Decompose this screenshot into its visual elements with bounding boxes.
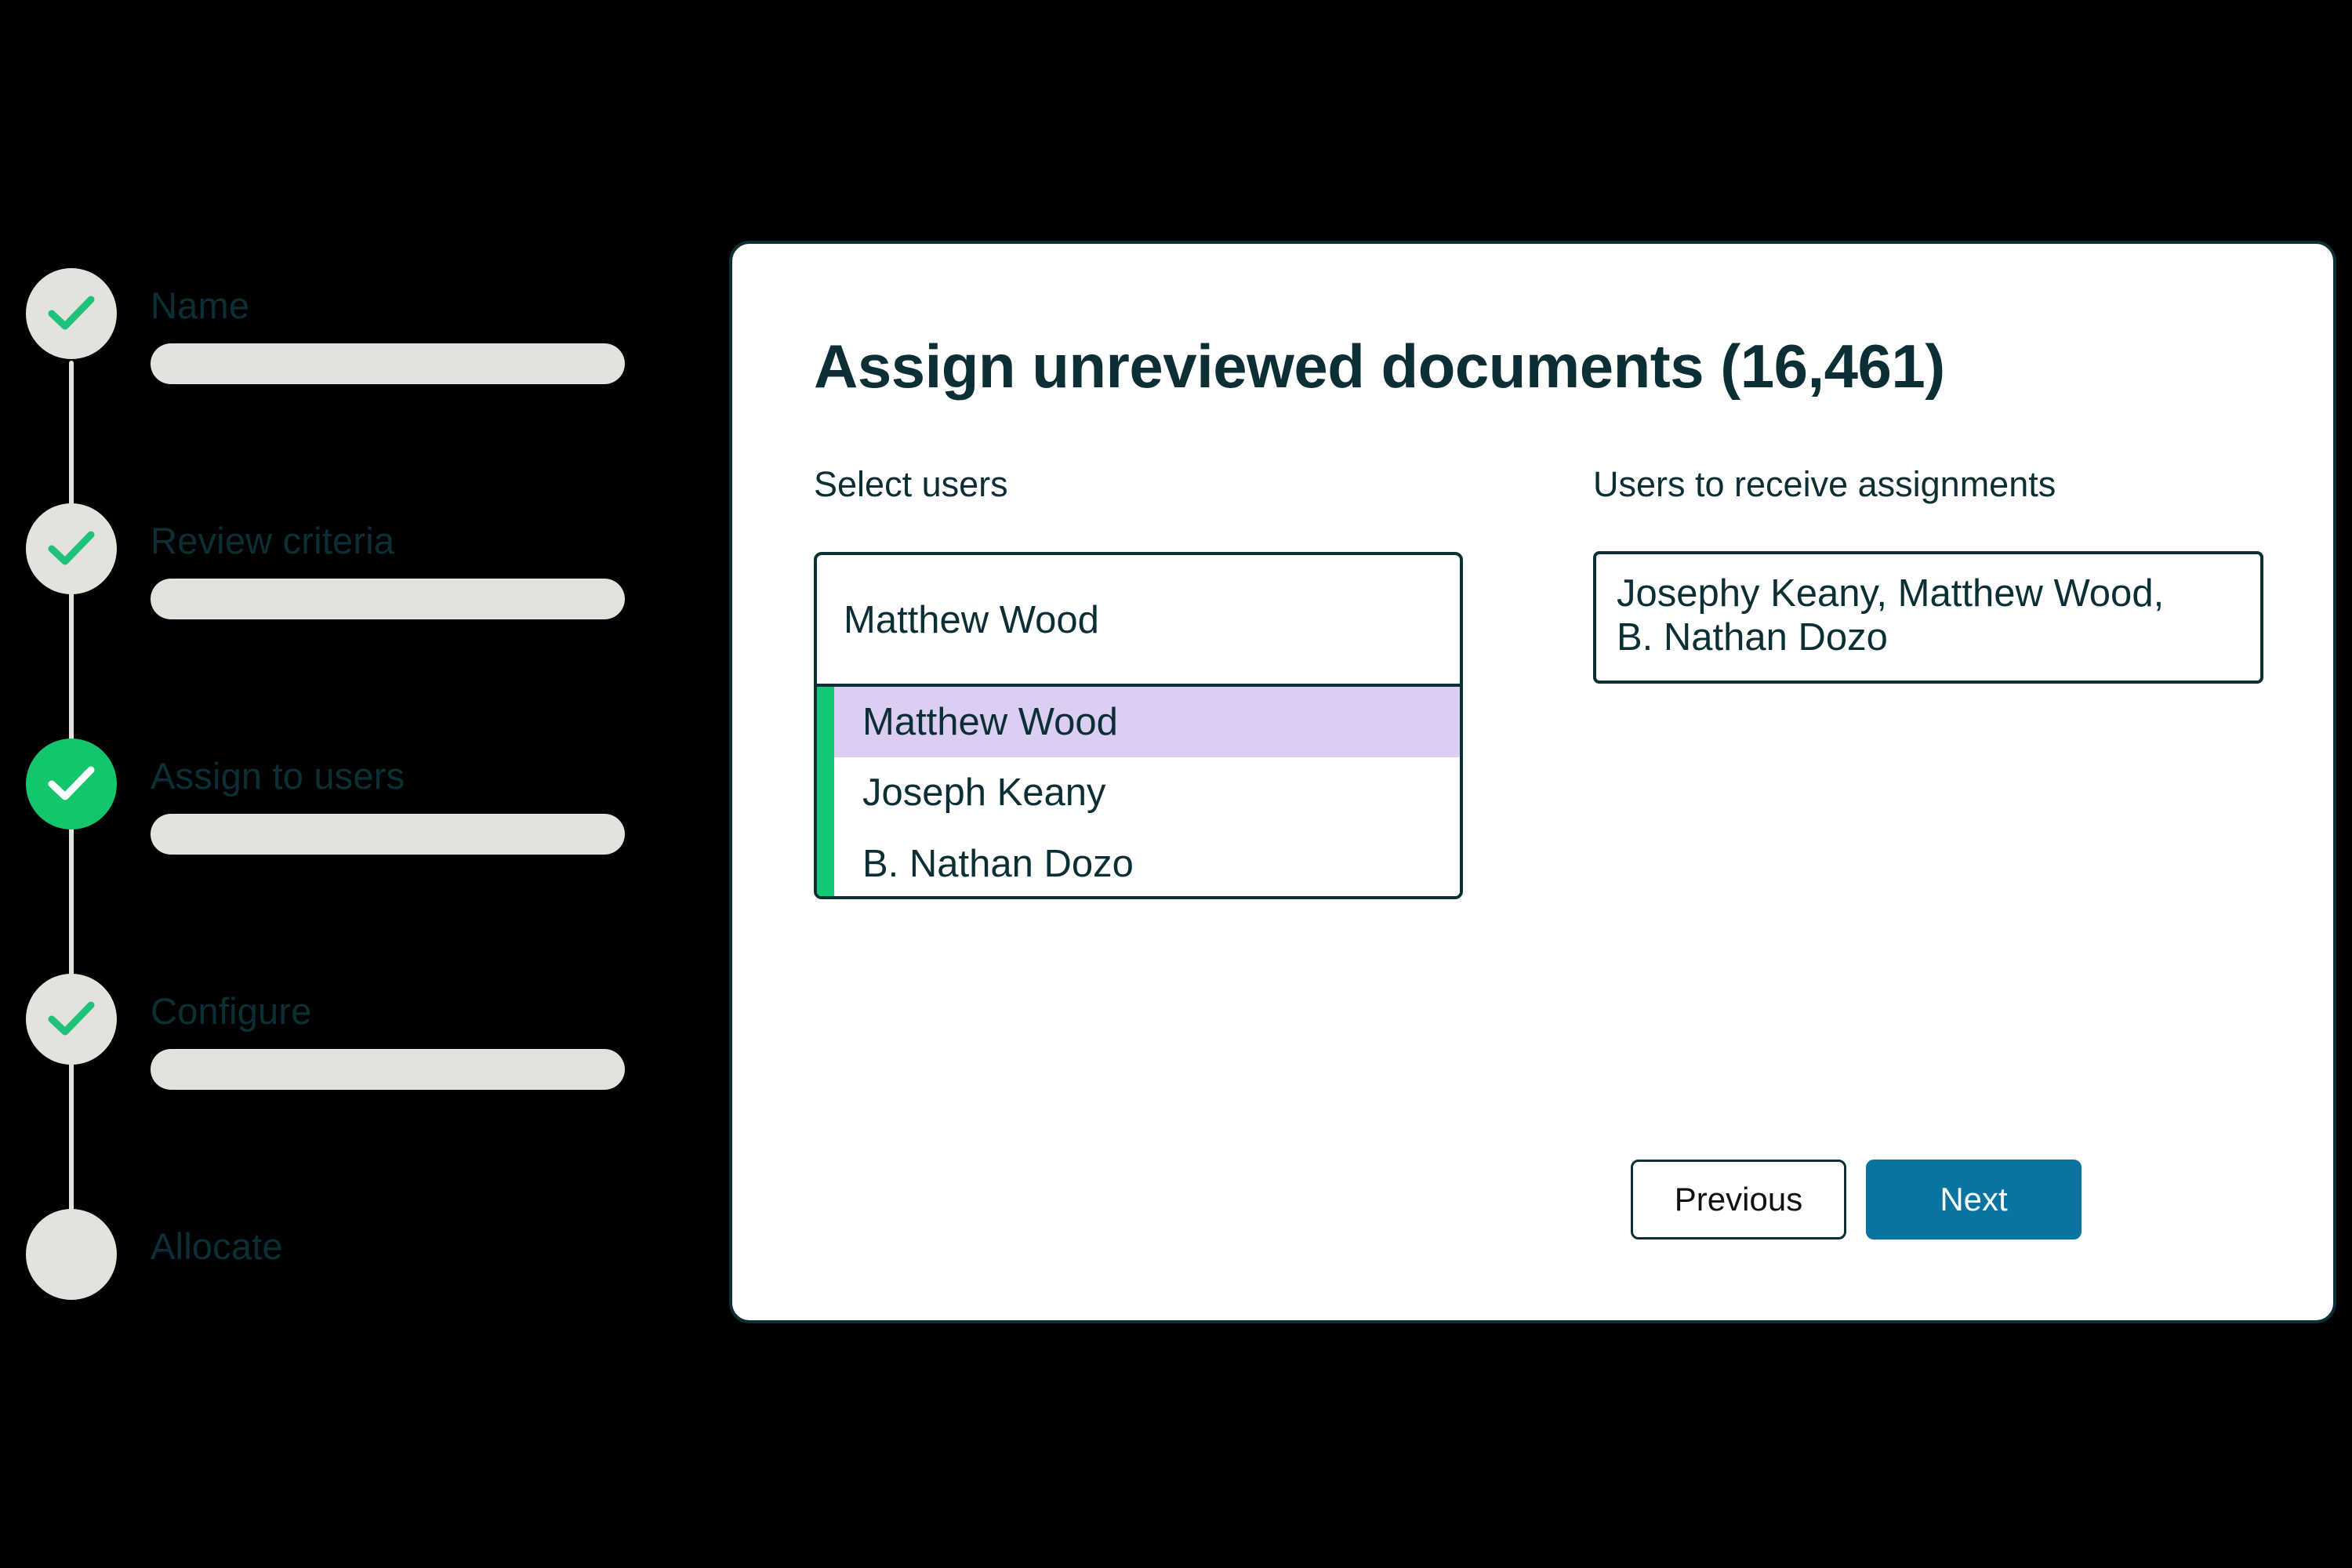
wizard-stepper: Name Review criteria Assign to users Con… [0, 0, 729, 1568]
dropdown-option-joseph-keany[interactable]: Joseph Keany [817, 757, 1460, 829]
select-users-input-value: Matthew Wood [844, 599, 1099, 641]
assignments-line-1: Josephy Keany, Matthew Wood, [1617, 572, 2165, 615]
check-icon [48, 295, 95, 331]
assignments-line-2: B. Nathan Dozo [1617, 616, 1888, 659]
check-icon [48, 1000, 95, 1036]
step-placeholder-bar-configure [151, 1049, 625, 1090]
stepper-step-allocate[interactable]: Allocate [0, 1209, 729, 1366]
step-placeholder-bar-assign-to-users [151, 814, 625, 855]
users-to-receive-assignments-box[interactable]: Josephy Keany, Matthew Wood, B. Nathan D… [1593, 551, 2263, 684]
previous-button[interactable]: Previous [1631, 1160, 1846, 1240]
step-circle-name [26, 268, 117, 359]
page-title: Assign unreviewed documents (16,461) [814, 332, 1945, 401]
select-users-input[interactable]: Matthew Wood [814, 552, 1463, 687]
step-placeholder-bar-name [151, 343, 625, 384]
step-label-configure: Configure [151, 990, 312, 1032]
assign-documents-panel: Assign unreviewed documents (16,461) Sel… [729, 241, 2336, 1323]
users-to-receive-assignments-label: Users to receive assignments [1593, 464, 2056, 504]
check-icon [48, 530, 95, 566]
step-circle-allocate [26, 1209, 117, 1300]
stepper-step-assign-to-users[interactable]: Assign to users [0, 739, 729, 895]
dropdown-option-matthew-wood[interactable]: Matthew Wood [817, 687, 1460, 758]
step-placeholder-bar-review-criteria [151, 579, 625, 619]
step-label-allocate: Allocate [151, 1225, 283, 1267]
dropdown-accent-bar [817, 687, 834, 896]
step-circle-review-criteria [26, 503, 117, 594]
stepper-step-name[interactable]: Name [0, 268, 729, 425]
step-circle-configure [26, 974, 117, 1065]
next-button[interactable]: Next [1866, 1160, 2082, 1240]
select-users-combobox[interactable]: Matthew Wood Matthew Wood Joseph Keany B… [814, 552, 1463, 899]
check-icon [48, 765, 95, 801]
step-label-name: Name [151, 285, 250, 326]
stepper-step-review-criteria[interactable]: Review criteria [0, 503, 729, 660]
select-users-label: Select users [814, 464, 1008, 504]
select-users-dropdown-list[interactable]: Matthew Wood Joseph Keany B. Nathan Dozo [814, 687, 1463, 899]
step-label-assign-to-users: Assign to users [151, 755, 405, 797]
step-label-review-criteria: Review criteria [151, 520, 395, 561]
dropdown-option-b-nathan-dozo[interactable]: B. Nathan Dozo [817, 828, 1460, 896]
step-circle-assign-to-users [26, 739, 117, 829]
stepper-step-configure[interactable]: Configure [0, 974, 729, 1131]
